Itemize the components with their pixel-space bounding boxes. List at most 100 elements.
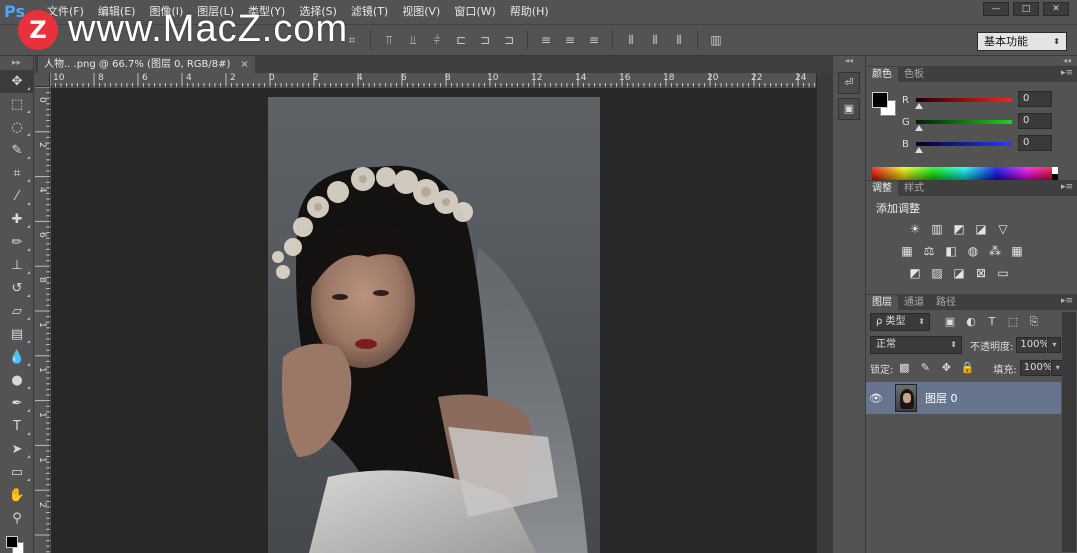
brightness-icon[interactable]: ☀ — [906, 220, 924, 238]
panel-menu-icon[interactable]: ▸≡ — [1061, 66, 1073, 81]
photo-canvas[interactable] — [268, 97, 600, 553]
threshold-icon[interactable]: ◪ — [950, 264, 968, 282]
path-select-tool-icon[interactable]: ➤ — [0, 438, 34, 461]
selective-color-icon[interactable]: ⊠ — [972, 264, 990, 282]
tab-layers[interactable]: 图层 — [866, 295, 898, 310]
layers-scrollbar[interactable] — [1062, 312, 1076, 552]
history-brush-tool-icon[interactable]: ↺ — [0, 277, 34, 300]
levels-icon[interactable]: ▥ — [928, 220, 946, 238]
rectangle-tool-icon[interactable]: ▭ — [0, 461, 34, 484]
color-spectrum[interactable] — [872, 167, 1058, 181]
green-value-input[interactable]: 0 — [1018, 113, 1052, 129]
align-right-icon[interactable]: ⊐ — [500, 32, 518, 48]
panel-grip-icon[interactable]: ◂◂ — [833, 56, 865, 68]
slider-thumb-icon[interactable] — [915, 125, 923, 131]
hue-saturation-icon[interactable]: ▦ — [898, 242, 916, 260]
filter-pixel-icon[interactable]: ▣ — [942, 314, 958, 330]
green-slider[interactable] — [916, 120, 1012, 124]
layer-name[interactable]: 图层 0 — [925, 390, 958, 406]
color-balance-icon[interactable]: ⚖ — [920, 242, 938, 260]
red-slider[interactable] — [916, 98, 1012, 102]
quick-select-tool-icon[interactable]: ✎ — [0, 139, 34, 162]
document-tab[interactable]: 人物.. .png @ 66.7% (图层 0, RGB/8#) × — [38, 56, 255, 73]
tab-swatches[interactable]: 色板 — [898, 67, 930, 82]
clone-stamp-tool-icon[interactable]: ⊥ — [0, 254, 34, 277]
layer-kind-filter[interactable]: ρ 类型 ⬍ — [870, 313, 930, 331]
panel-grip-icon[interactable]: ◂◂ — [1063, 56, 1077, 66]
black-white-ramp[interactable] — [1052, 167, 1058, 181]
blue-slider[interactable] — [916, 142, 1012, 146]
fill-input[interactable]: 100% — [1019, 360, 1052, 376]
zoom-tool-icon[interactable]: ⚲ — [0, 507, 34, 530]
panel-menu-icon[interactable]: ▸≡ — [1061, 294, 1073, 309]
tab-channels[interactable]: 通道 — [898, 295, 930, 310]
channel-mixer-icon[interactable]: ⁂ — [986, 242, 1004, 260]
history-panel-icon[interactable]: ⏎ — [838, 72, 860, 94]
menu-help[interactable]: 帮助(H) — [503, 0, 556, 24]
blend-mode-select[interactable]: 正常 ⬍ — [870, 336, 962, 354]
lock-transparent-icon[interactable]: ▩ — [896, 360, 912, 376]
close-button[interactable]: ✕ — [1043, 2, 1069, 16]
horizontal-ruler[interactable]: 10 8 6 4 2 0 2 4 6 8 10 12 14 16 18 20 2… — [50, 73, 816, 87]
exposure-icon[interactable]: ◪ — [972, 220, 990, 238]
tab-paths[interactable]: 路径 — [930, 295, 962, 310]
filter-type-icon[interactable]: T — [984, 314, 1000, 330]
blur-tool-icon[interactable]: 💧 — [0, 346, 34, 369]
distribute-bottom-icon[interactable]: ≡ — [585, 32, 603, 48]
red-value-input[interactable]: 0 — [1018, 91, 1052, 107]
vertical-ruler[interactable]: 0 2 4 6 8 1 1 1 1 2 — [35, 87, 50, 553]
properties-panel-icon[interactable]: ▣ — [838, 98, 860, 120]
eraser-tool-icon[interactable]: ▱ — [0, 300, 34, 323]
panel-menu-icon[interactable]: ▸≡ — [1061, 180, 1073, 195]
lock-all-icon[interactable]: 🔒 — [959, 360, 975, 376]
layer-item[interactable]: 👁 图层 0 — [866, 382, 1061, 414]
filter-adjustment-icon[interactable]: ◐ — [963, 314, 979, 330]
align-vcenter-icon[interactable]: ⫫ — [404, 32, 422, 48]
foreground-color-swatch[interactable] — [6, 536, 18, 548]
distribute-right-icon[interactable]: ⦀ — [670, 32, 688, 48]
hand-tool-icon[interactable]: ✋ — [0, 484, 34, 507]
type-tool-icon[interactable]: T — [0, 415, 34, 438]
canvas-workspace[interactable] — [51, 88, 816, 553]
panel-grip-icon[interactable]: ▸▸ — [0, 56, 33, 70]
tab-adjustments[interactable]: 调整 — [866, 181, 898, 196]
menu-filter[interactable]: 滤镜(T) — [344, 0, 395, 24]
close-tab-icon[interactable]: × — [240, 56, 248, 73]
align-top-icon[interactable]: ⫪ — [380, 32, 398, 48]
distribute-vcenter-icon[interactable]: ≡ — [561, 32, 579, 48]
photo-filter-icon[interactable]: ◍ — [964, 242, 982, 260]
tab-styles[interactable]: 样式 — [898, 181, 930, 196]
maximize-button[interactable]: □ — [1013, 2, 1039, 16]
lock-pixels-icon[interactable]: ✎ — [917, 360, 933, 376]
workspace-select[interactable]: 基本功能 ⬍ — [977, 32, 1067, 51]
move-tool-icon[interactable]: ✥ — [0, 70, 34, 93]
filter-smart-object-icon[interactable]: ⎘ — [1026, 314, 1042, 330]
distribute-hcenter-icon[interactable]: ⦀ — [646, 32, 664, 48]
lasso-tool-icon[interactable]: ◌ — [0, 116, 34, 139]
black-white-icon[interactable]: ◧ — [942, 242, 960, 260]
healing-brush-tool-icon[interactable]: ✚ — [0, 208, 34, 231]
align-hcenter-icon[interactable]: ⊐ — [476, 32, 494, 48]
visibility-eye-icon[interactable]: 👁 — [866, 392, 886, 405]
menu-view[interactable]: 视图(V) — [395, 0, 447, 24]
posterize-icon[interactable]: ▨ — [928, 264, 946, 282]
menu-window[interactable]: 窗口(W) — [447, 0, 502, 24]
distribute-top-icon[interactable]: ≡ — [537, 32, 555, 48]
dodge-tool-icon[interactable]: ● — [0, 369, 34, 392]
filter-shape-icon[interactable]: ⬚ — [1005, 314, 1021, 330]
gradient-tool-icon[interactable]: ▤ — [0, 323, 34, 346]
ruler-origin[interactable] — [35, 73, 50, 87]
curves-icon[interactable]: ◩ — [950, 220, 968, 238]
align-bottom-icon[interactable]: ⫩ — [428, 32, 446, 48]
brush-tool-icon[interactable]: ✏ — [0, 231, 34, 254]
crop-tool-icon[interactable]: ⌗ — [0, 162, 34, 185]
align-left-icon[interactable]: ⊏ — [452, 32, 470, 48]
vibrance-icon[interactable]: ▽ — [994, 220, 1012, 238]
slider-thumb-icon[interactable] — [915, 103, 923, 109]
eyedropper-tool-icon[interactable]: ⁄ — [0, 185, 34, 208]
tab-color[interactable]: 颜色 — [866, 67, 898, 82]
auto-align-icon[interactable]: ▥ — [707, 32, 725, 48]
minimize-button[interactable]: — — [983, 2, 1009, 16]
document-scrollbar[interactable] — [816, 73, 832, 553]
distribute-left-icon[interactable]: ⦀ — [622, 32, 640, 48]
